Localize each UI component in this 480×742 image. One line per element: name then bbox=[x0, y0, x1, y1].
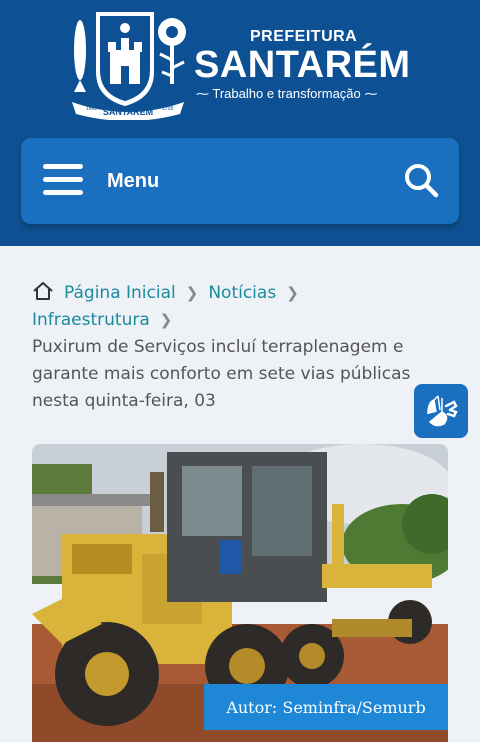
prefeitura-logo[interactable]: SANTARÉM 1661 1758 PREFEITURA SANTARÉM ⁓… bbox=[64, 10, 424, 122]
photo-credit-badge: Autor: Seminfra/Semurb bbox=[204, 684, 448, 730]
breadcrumb-infraestrutura-link[interactable]: Infraestrutura bbox=[32, 310, 150, 330]
santarem-crest-icon: SANTARÉM 1661 1758 bbox=[72, 12, 186, 120]
hamburger-icon[interactable] bbox=[43, 164, 83, 198]
breadcrumb: Página Inicial ❯ Notícias ❯ Infraestrutura ❯ P… bbox=[32, 280, 452, 415]
brand-santarem: SANTARÉM bbox=[194, 44, 411, 86]
search-icon[interactable] bbox=[403, 162, 439, 198]
main-menu-bar: Menu bbox=[21, 138, 459, 224]
breadcrumb-current-page: Puxirum de Serviços incluí terraplenagem… bbox=[32, 337, 411, 411]
chevron-right-icon: ❯ bbox=[286, 284, 299, 302]
tagline-swoosh-left-icon: ⁓ bbox=[196, 86, 209, 101]
breadcrumb-home-link[interactable]: Página Inicial bbox=[64, 283, 176, 303]
crest-year-left: 1661 bbox=[86, 106, 97, 112]
home-icon[interactable] bbox=[32, 281, 54, 301]
site-header: SANTARÉM 1661 1758 PREFEITURA SANTARÉM ⁓… bbox=[0, 0, 480, 246]
crest-name: SANTARÉM bbox=[103, 107, 153, 117]
breadcrumb-noticias-link[interactable]: Notícias bbox=[208, 283, 276, 303]
tagline-text: Trabalho e transformação bbox=[212, 86, 361, 101]
brand-tagline: ⁓ Trabalho e transformação ⁓ bbox=[196, 86, 377, 102]
crest-year-right: 1758 bbox=[162, 106, 173, 112]
tagline-swoosh-right-icon: ⁓ bbox=[364, 86, 378, 101]
chevron-right-icon: ❯ bbox=[159, 311, 173, 329]
sign-language-accessibility-button[interactable] bbox=[414, 384, 468, 438]
chevron-right-icon: ❯ bbox=[185, 284, 199, 302]
menu-button[interactable]: Menu bbox=[107, 170, 159, 193]
article-photo: Autor: Seminfra/Semurb bbox=[32, 444, 448, 742]
sign-language-hands-icon bbox=[427, 395, 458, 427]
